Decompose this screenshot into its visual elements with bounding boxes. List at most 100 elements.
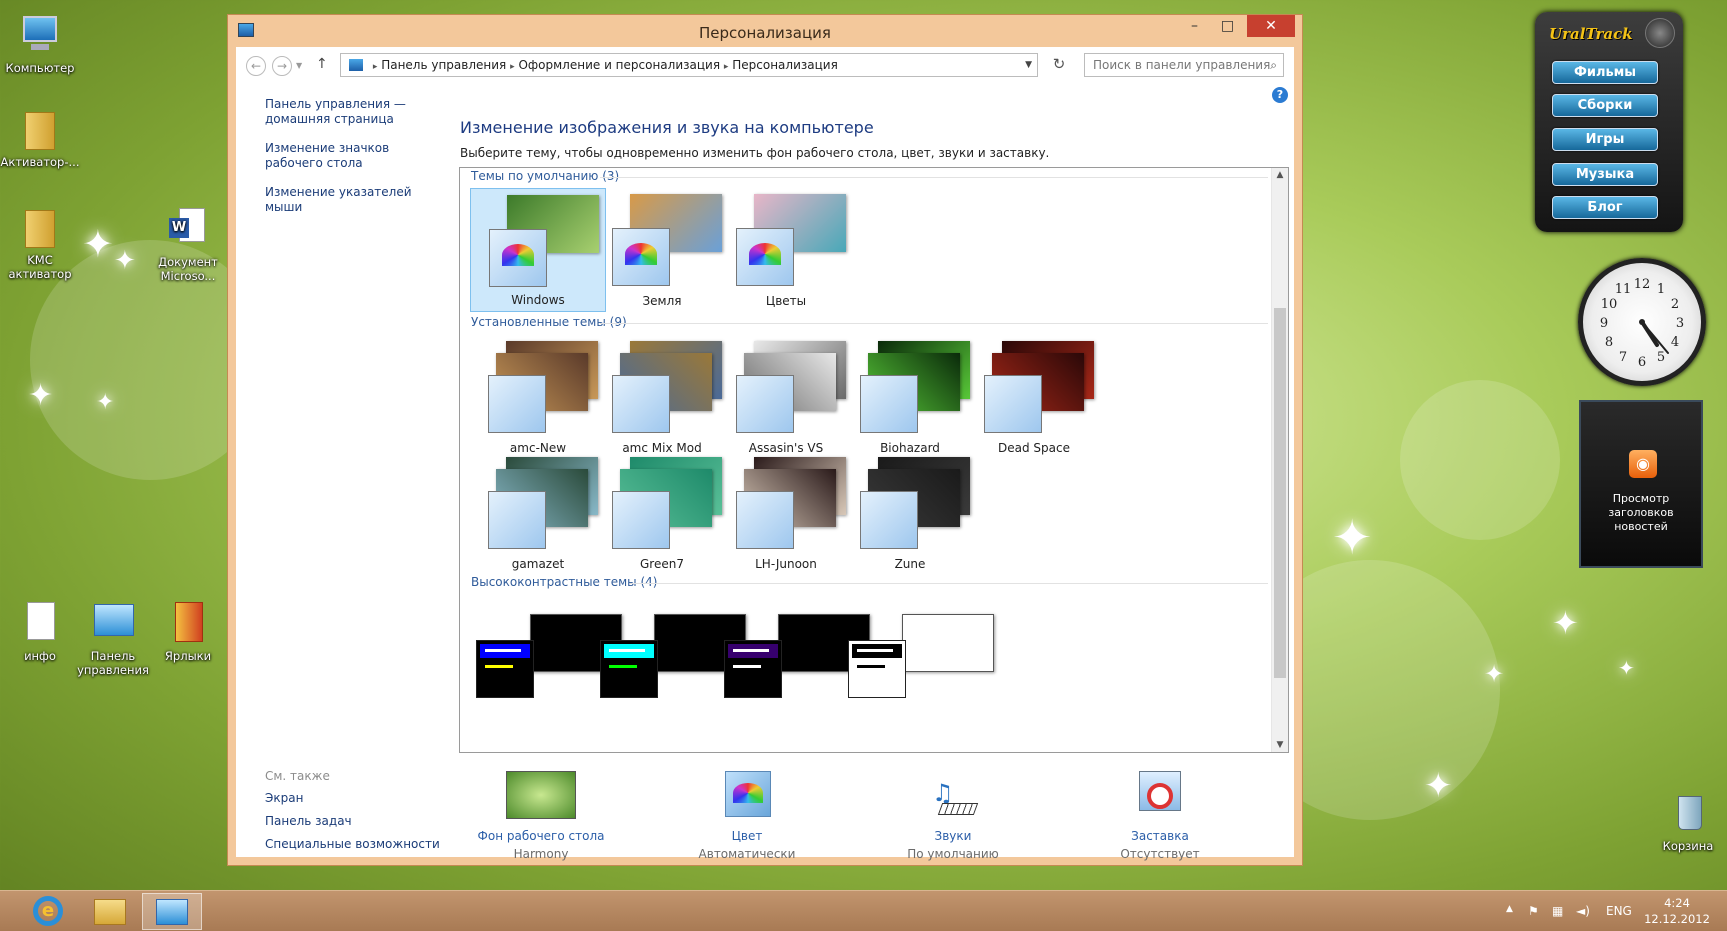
- scroll-down-icon[interactable]: ▼: [1272, 740, 1288, 750]
- recycle-bin-icon: [1668, 792, 1708, 836]
- theme-item[interactable]: [718, 598, 870, 722]
- uraltrack-builds-button[interactable]: Сборки: [1552, 94, 1658, 117]
- up-button[interactable]: ↑: [316, 56, 328, 72]
- desktop-icon-kmc[interactable]: KMC активатор: [0, 204, 80, 281]
- uraltrack-films-button[interactable]: Фильмы: [1552, 61, 1658, 84]
- search-input[interactable]: Поиск в панели управления ⌕: [1084, 53, 1284, 77]
- theme-preview-window: [848, 640, 906, 698]
- color-setting[interactable]: Цвет Автоматически: [657, 771, 837, 863]
- color-icon: [712, 771, 782, 821]
- taskbar-link[interactable]: Панель задач: [265, 814, 445, 829]
- taskbar-file-explorer[interactable]: [80, 893, 140, 930]
- breadcrumb-control-panel[interactable]: Панель управления: [381, 58, 506, 72]
- sparkle: ✦: [28, 378, 54, 413]
- svg-text:3: 3: [1676, 316, 1684, 331]
- uraltrack-games-button[interactable]: Игры: [1552, 128, 1658, 151]
- theme-item[interactable]: [842, 598, 994, 722]
- screensaver-setting[interactable]: Заставка Отсутствует: [1070, 771, 1250, 863]
- language-indicator[interactable]: ENG: [1606, 904, 1632, 918]
- change-desktop-icons-link[interactable]: Изменение значков рабочего стола: [265, 141, 445, 171]
- theme-item[interactable]: [470, 598, 622, 722]
- uraltrack-music-button[interactable]: Музыка: [1552, 163, 1658, 186]
- control-panel-home-link[interactable]: Панель управления — домашняя страница: [265, 97, 445, 127]
- sounds-setting[interactable]: ♫ Звуки По умолчанию: [863, 771, 1043, 863]
- help-button[interactable]: ?: [1272, 87, 1288, 103]
- address-bar[interactable]: ▸ Панель управления ▸ Оформление и персо…: [340, 53, 1038, 77]
- group-high-contrast-themes-title[interactable]: Высококонтрастные темы (4): [471, 575, 657, 589]
- folder-icon: [17, 106, 63, 152]
- desktop-background-title: Фон рабочего стола: [477, 829, 605, 843]
- forward-button[interactable]: →: [272, 56, 292, 76]
- breadcrumb-personalization[interactable]: Персонализация: [732, 58, 838, 72]
- theme-item[interactable]: gamazet: [470, 451, 606, 575]
- desktop-icon-label: Активатор-...: [0, 155, 80, 169]
- theme-item[interactable]: Цветы: [718, 188, 854, 312]
- uraltrack-blog-button[interactable]: Блог: [1552, 196, 1658, 219]
- network-icon[interactable]: ▦: [1552, 904, 1563, 918]
- theme-color-swatch: [860, 375, 918, 433]
- change-mouse-pointers-link[interactable]: Изменение указателей мыши: [265, 185, 445, 215]
- theme-color-swatch: [612, 375, 670, 433]
- desktop-icon-word-document[interactable]: W Документ Microso...: [148, 206, 228, 283]
- theme-item[interactable]: Zune: [842, 451, 978, 575]
- uraltrack-logo: UralTrack: [1549, 25, 1633, 43]
- see-also-section: См. также Экран Панель задач Специальные…: [265, 769, 445, 860]
- theme-list-scrollbar[interactable]: ▲ ▼: [1271, 168, 1288, 752]
- address-dropdown-icon[interactable]: ▼: [1025, 54, 1032, 76]
- taskbar-internet-explorer[interactable]: e: [18, 893, 78, 930]
- recent-pages-dropdown[interactable]: ▼: [296, 61, 302, 70]
- title-bar[interactable]: Персонализация – □ ✕: [228, 15, 1302, 47]
- theme-item[interactable]: [594, 598, 746, 722]
- refresh-button[interactable]: ↻: [1048, 55, 1070, 75]
- desktop-icon-recycle-bin[interactable]: Корзина: [1648, 792, 1727, 853]
- computer-icon: [17, 12, 63, 58]
- group-default-themes-title[interactable]: Темы по умолчанию (3): [471, 169, 619, 183]
- control-panel-icon: [349, 59, 363, 71]
- theme-color-swatch: [736, 491, 794, 549]
- back-button[interactable]: ←: [246, 56, 266, 76]
- news-gadget[interactable]: ◉ Просмотр заголовков новостей: [1579, 400, 1703, 568]
- theme-item[interactable]: Windows: [470, 188, 606, 312]
- action-center-flag-icon[interactable]: ⚑: [1528, 904, 1539, 918]
- desktop-icon-computer[interactable]: Компьютер: [0, 12, 80, 75]
- clock-gadget[interactable]: 12 1 2 3 4 5 6 7 8 9 10 11: [1578, 258, 1706, 386]
- back-arrow-icon: ←: [250, 59, 262, 73]
- desktop-icon-info[interactable]: инфо: [0, 600, 80, 663]
- theme-item[interactable]: Dead Space: [966, 335, 1102, 459]
- desktop-background-icon: [506, 771, 576, 821]
- desktop-icon-activator[interactable]: Активатор-...: [0, 106, 80, 169]
- theme-item[interactable]: Biohazard: [842, 335, 978, 459]
- desktop-icon-control-panel[interactable]: Панель управления: [73, 600, 153, 677]
- chevron-down-icon: ▼: [296, 61, 303, 70]
- taskbar-control-panel[interactable]: [142, 893, 202, 930]
- theme-item[interactable]: amc Mix Mod: [594, 335, 730, 459]
- display-link[interactable]: Экран: [265, 791, 445, 806]
- theme-item[interactable]: Green7: [594, 451, 730, 575]
- search-placeholder: Поиск в панели управления: [1093, 58, 1271, 72]
- theme-item[interactable]: amc-New: [470, 335, 606, 459]
- theme-item[interactable]: Assasin's VS: [718, 335, 854, 459]
- maximize-button[interactable]: □: [1211, 15, 1244, 37]
- screensaver-title: Заставка: [1131, 829, 1189, 843]
- tray-overflow-icon[interactable]: ▲: [1506, 904, 1513, 914]
- theme-item[interactable]: LH-Junoon: [718, 451, 854, 575]
- desktop-background-setting[interactable]: Фон рабочего стола Harmony: [451, 771, 631, 863]
- theme-item[interactable]: Земля: [594, 188, 730, 312]
- window-client-area: ← → ▼ ↑ ▸ Панель управления ▸ Оформление…: [236, 47, 1294, 861]
- theme-color-swatch: [488, 375, 546, 433]
- ease-of-access-link[interactable]: Специальные возможности: [265, 837, 445, 852]
- sparkle: ✦: [96, 390, 115, 415]
- theme-name: Green7: [640, 557, 684, 571]
- tray-clock[interactable]: 4:24 12.12.2012: [1640, 895, 1714, 927]
- scroll-up-icon[interactable]: ▲: [1272, 170, 1288, 180]
- forward-arrow-icon: →: [276, 59, 288, 73]
- volume-icon[interactable]: ◄): [1576, 904, 1590, 918]
- group-installed-themes-title[interactable]: Установленные темы (9): [471, 315, 627, 329]
- minimize-button[interactable]: –: [1178, 15, 1211, 37]
- breadcrumb-appearance[interactable]: Оформление и персонализация: [518, 58, 720, 72]
- desktop-icon-shortcuts[interactable]: Ярлыки: [148, 600, 228, 663]
- svg-text:2: 2: [1671, 297, 1679, 312]
- close-button[interactable]: ✕: [1247, 15, 1295, 37]
- scrollbar-thumb[interactable]: [1274, 308, 1286, 678]
- theme-color-swatch: [488, 491, 546, 549]
